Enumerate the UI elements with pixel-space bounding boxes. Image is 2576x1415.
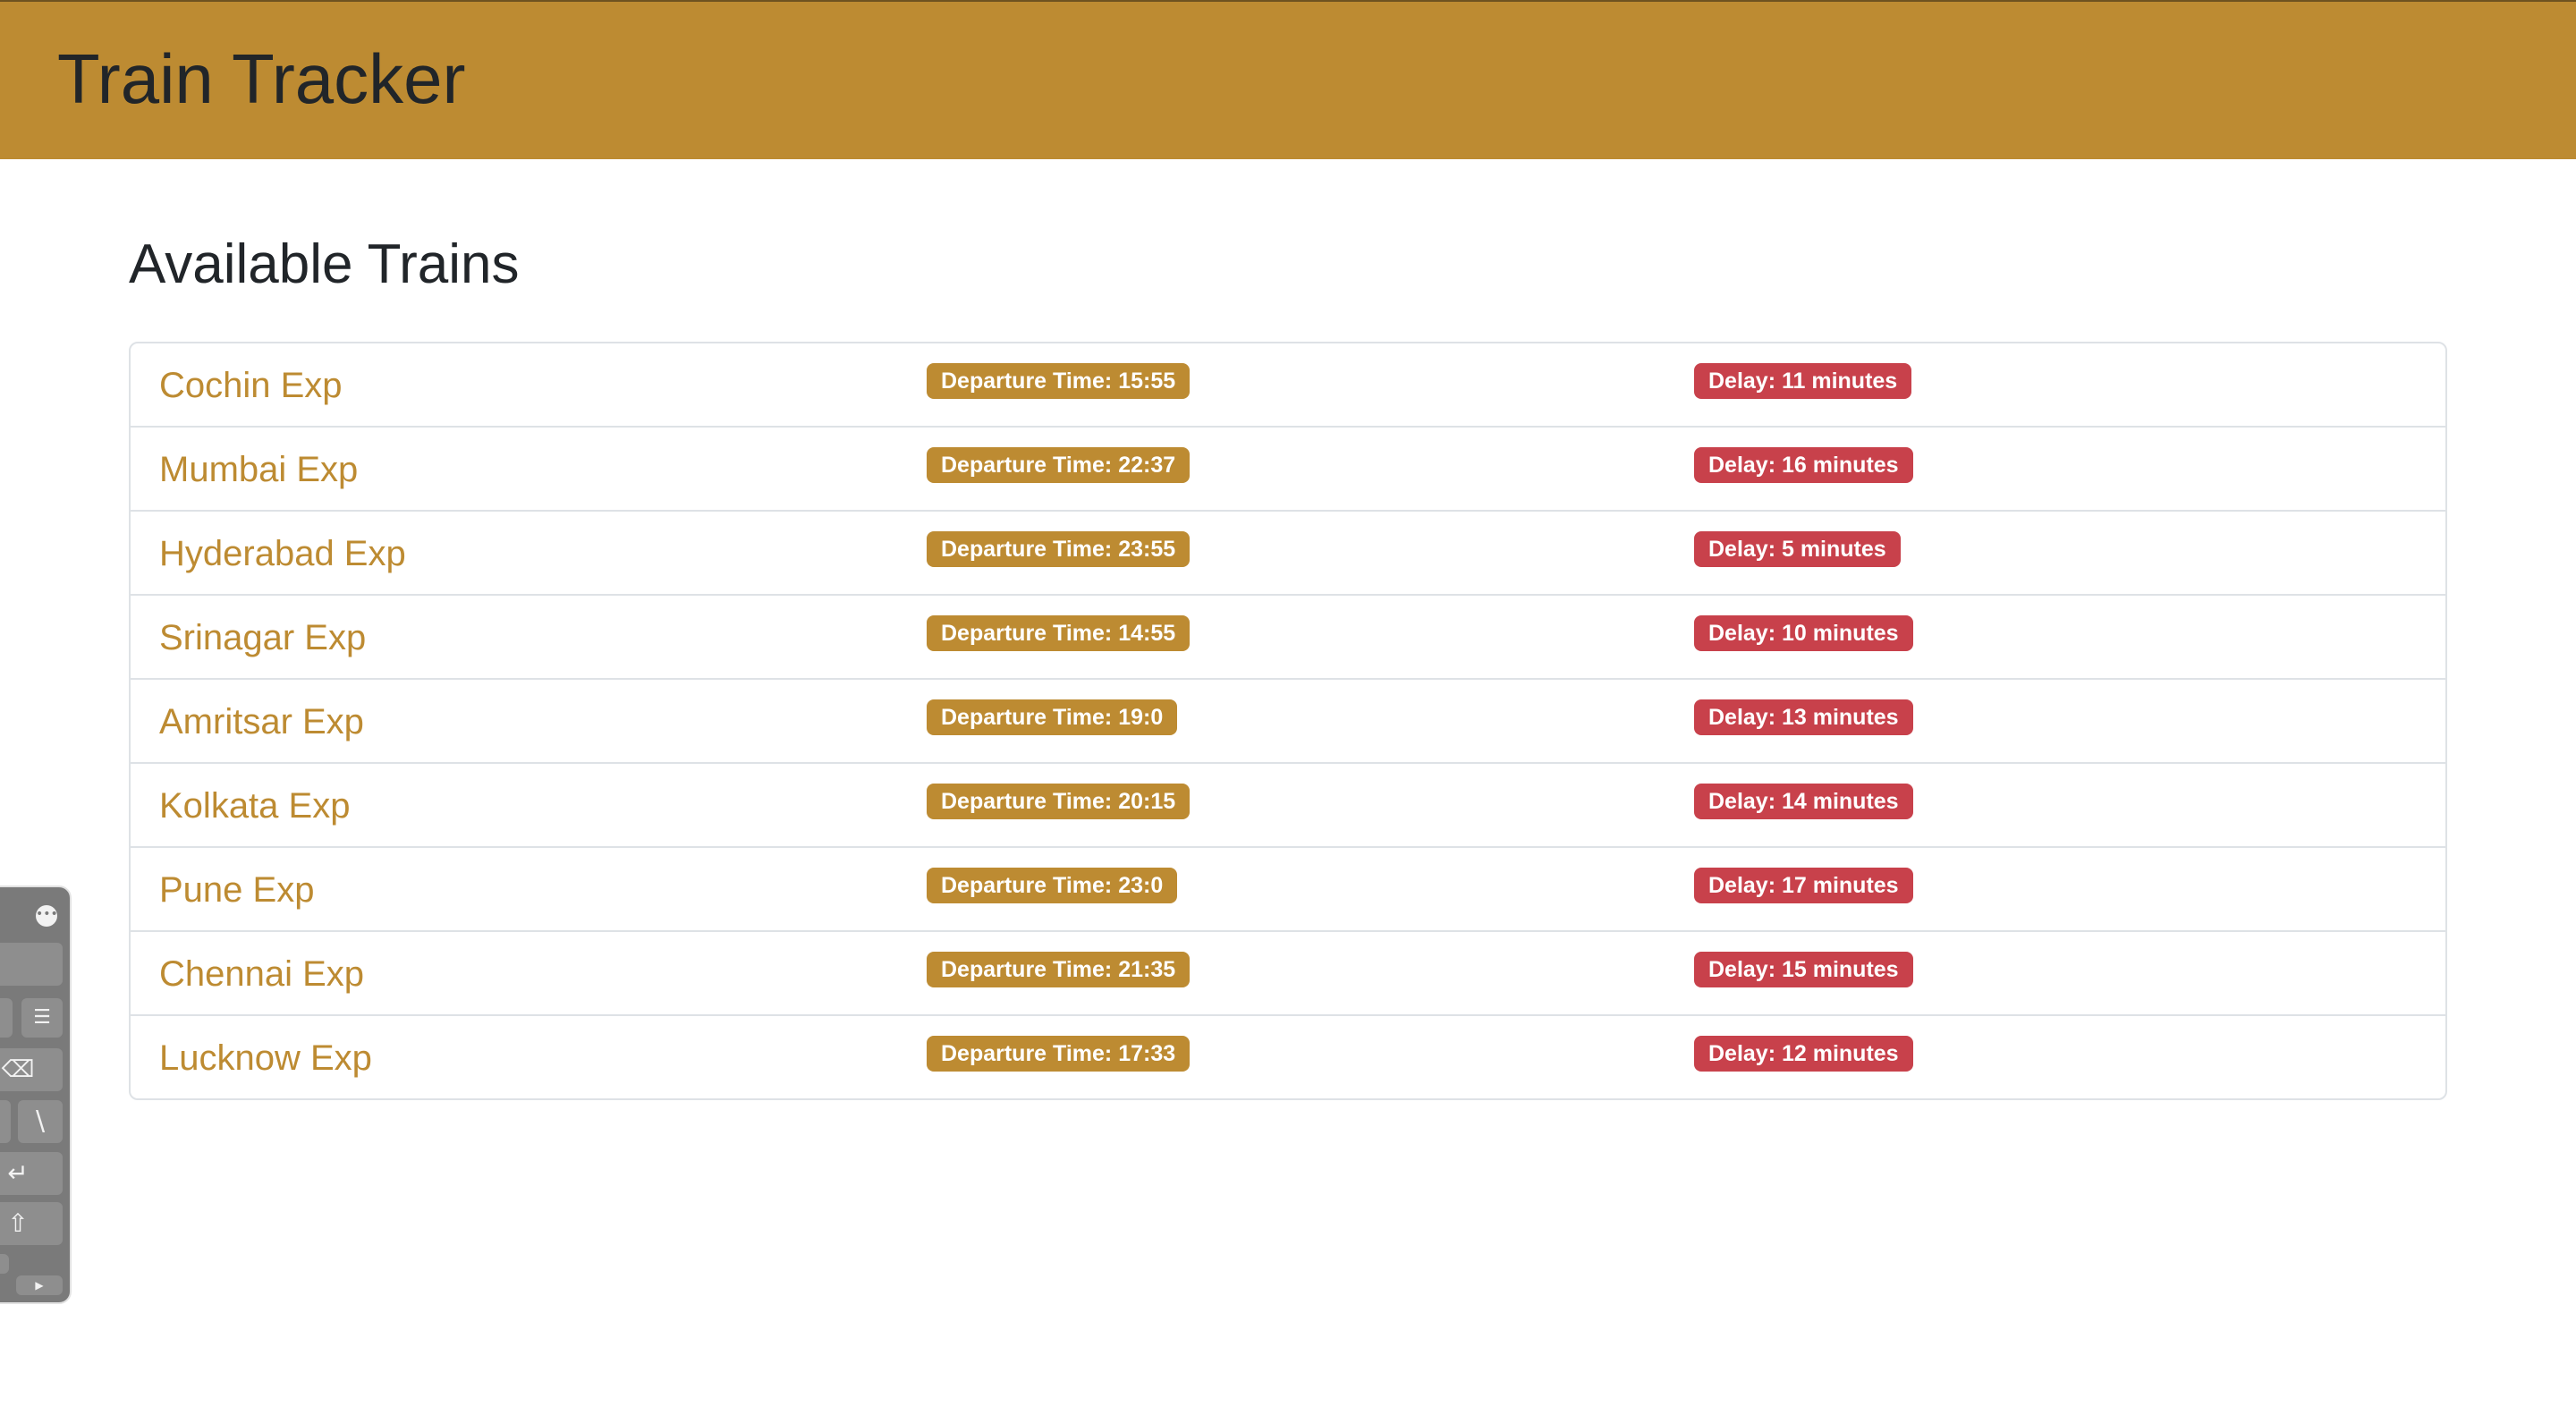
departure-badge: Departure Time: 23:0 <box>927 868 1178 903</box>
delay-badge: Delay: 17 minutes <box>1694 868 1913 903</box>
departure-badge: Departure Time: 23:55 <box>927 531 1191 567</box>
train-name-link[interactable]: Hyderabad Exp <box>159 531 406 576</box>
train-row: Chennai Exp Departure Time: 21:35 Delay:… <box>131 932 2445 1016</box>
train-name-link[interactable]: Srinagar Exp <box>159 615 366 660</box>
delay-badge: Delay: 15 minutes <box>1694 952 1913 987</box>
backslash-key[interactable]: \ <box>18 1100 63 1143</box>
play-icon[interactable]: ▶ <box>16 1275 63 1295</box>
more-icon[interactable]: ••• <box>36 905 58 927</box>
departure-badge: Departure Time: 22:37 <box>927 447 1191 483</box>
floating-keyboard-panel: ••• ☰ ⌫ \ ↵ ⇧ ▶ <box>0 885 72 1304</box>
departure-badge: Departure Time: 17:33 <box>927 1036 1191 1072</box>
delay-badge: Delay: 16 minutes <box>1694 447 1913 483</box>
train-name-link[interactable]: Mumbai Exp <box>159 447 358 492</box>
shift-icon[interactable]: ⇧ <box>0 1202 63 1245</box>
keyboard-text-field[interactable] <box>0 943 63 986</box>
departure-badge: Departure Time: 19:0 <box>927 699 1178 735</box>
train-name-link[interactable]: Amritsar Exp <box>159 699 364 744</box>
app-header: Train Tracker <box>0 0 2576 159</box>
keyboard-key[interactable] <box>0 1100 11 1143</box>
train-row: Cochin Exp Departure Time: 15:55 Delay: … <box>131 343 2445 428</box>
keyboard-key[interactable] <box>0 998 13 1038</box>
delay-badge: Delay: 14 minutes <box>1694 784 1913 819</box>
train-name-link[interactable]: Pune Exp <box>159 868 314 912</box>
train-name-link[interactable]: Lucknow Exp <box>159 1036 372 1080</box>
train-row: Mumbai Exp Departure Time: 22:37 Delay: … <box>131 428 2445 512</box>
delay-badge: Delay: 11 minutes <box>1694 363 1912 399</box>
departure-badge: Departure Time: 14:55 <box>927 615 1191 651</box>
train-name-link[interactable]: Kolkata Exp <box>159 784 350 828</box>
delay-badge: Delay: 12 minutes <box>1694 1036 1913 1072</box>
train-row: Hyderabad Exp Departure Time: 23:55 Dela… <box>131 512 2445 596</box>
train-row: Amritsar Exp Departure Time: 19:0 Delay:… <box>131 680 2445 764</box>
train-row: Lucknow Exp Departure Time: 17:33 Delay:… <box>131 1016 2445 1098</box>
delay-badge: Delay: 13 minutes <box>1694 699 1913 735</box>
departure-badge: Departure Time: 15:55 <box>927 363 1191 399</box>
delay-badge: Delay: 10 minutes <box>1694 615 1913 651</box>
return-icon[interactable]: ↵ <box>0 1152 63 1195</box>
train-name-link[interactable]: Cochin Exp <box>159 363 343 408</box>
train-row: Pune Exp Departure Time: 23:0 Delay: 17 … <box>131 848 2445 932</box>
departure-badge: Departure Time: 21:35 <box>927 952 1191 987</box>
delay-badge: Delay: 5 minutes <box>1694 531 1901 567</box>
train-name-link[interactable]: Chennai Exp <box>159 952 364 996</box>
list-icon[interactable]: ☰ <box>21 998 63 1038</box>
train-list: Cochin Exp Departure Time: 15:55 Delay: … <box>129 342 2447 1100</box>
app-title: Train Tracker <box>57 39 466 118</box>
delete-icon[interactable]: ⌫ <box>0 1048 63 1091</box>
keyboard-key[interactable] <box>0 1254 9 1274</box>
train-row: Kolkata Exp Departure Time: 20:15 Delay:… <box>131 764 2445 848</box>
train-row: Srinagar Exp Departure Time: 14:55 Delay… <box>131 596 2445 680</box>
section-title: Available Trains <box>129 233 520 295</box>
departure-badge: Departure Time: 20:15 <box>927 784 1191 819</box>
